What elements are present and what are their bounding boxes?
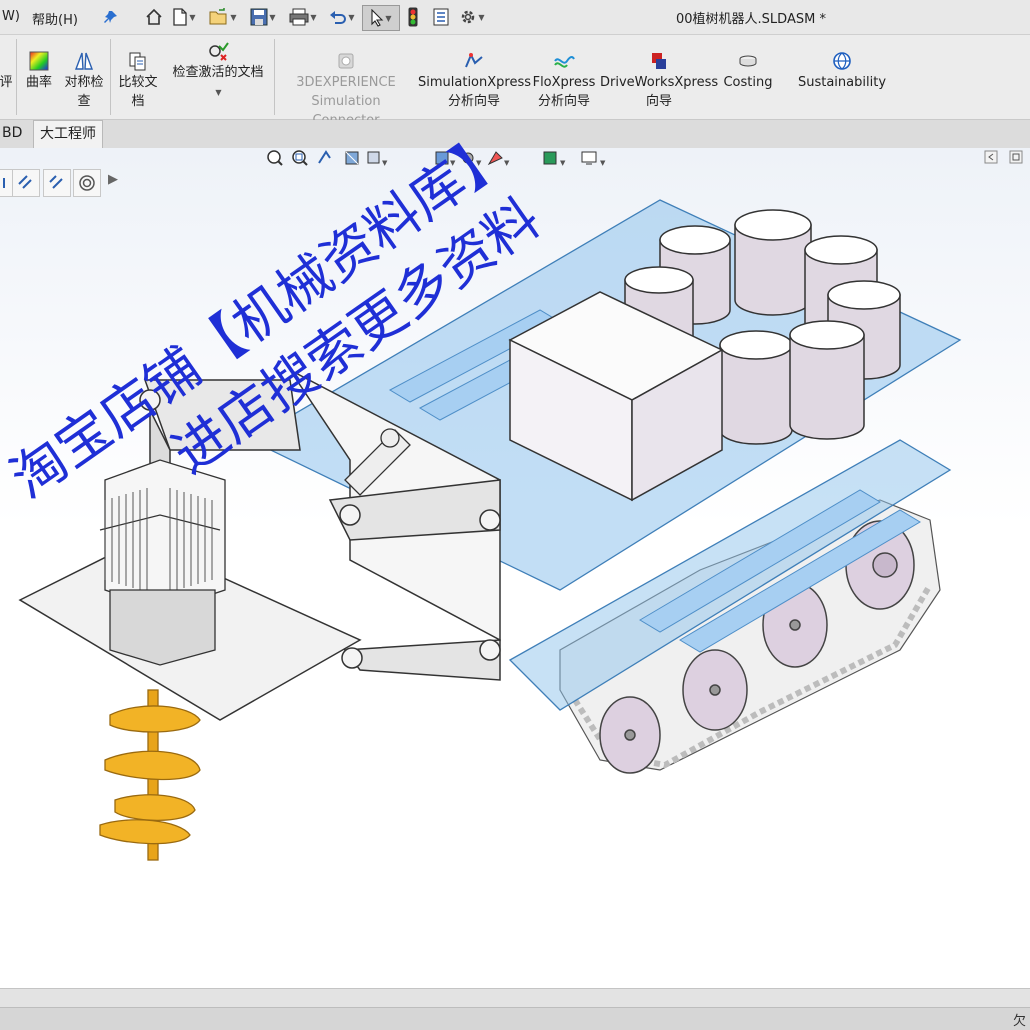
floxpress-label-line1: FloXpress — [532, 75, 596, 90]
compare-documents-label-line2: 档 — [131, 94, 145, 109]
driveworksxpress-label-line1: DriveWorksXpress — [600, 75, 719, 90]
drive-motor — [99, 459, 226, 666]
ribbon-separator — [274, 39, 275, 115]
sustainability-label: Sustainability — [797, 75, 887, 90]
deviation-label: 评 — [0, 75, 13, 90]
ribbon-separator — [110, 39, 111, 115]
check-active-document-icon — [209, 42, 229, 61]
driveworksxpress-label-line2: 向导 — [645, 94, 672, 109]
deviation-button[interactable]: 评 — [0, 73, 14, 92]
document-title: 00植树机器人.SLDASM * — [676, 12, 826, 27]
status-bar: 欠 — [0, 988, 1030, 1030]
symmetry-check-icon — [74, 52, 94, 70]
symmetry-check-button[interactable]: 对称检 查 — [60, 51, 108, 111]
select-cursor-icon[interactable]: ▼ — [362, 5, 400, 31]
floxpress-icon — [554, 56, 575, 68]
3dexperience-simulation-connector-button[interactable]: 3DEXPERIENCE Simulation Connector — [278, 51, 414, 130]
command-ribbon: 评 曲率 对称检 查 比较文 档 检查激活的文档 ▼ 3DEXPERIENCE … — [0, 35, 1030, 128]
file-properties-icon[interactable] — [430, 5, 452, 29]
undo-icon[interactable]: ▼ — [324, 5, 360, 29]
rebuild-traffic-light-icon[interactable] — [404, 5, 422, 29]
curvature-button[interactable]: 曲率 — [22, 51, 56, 92]
command-manager-tabs: BD 大工程师 — [0, 120, 1030, 148]
ribbon-separator — [16, 39, 17, 115]
simulationxpress-label-line1: SimulationXpress — [418, 75, 532, 90]
symmetry-check-label-line1: 对称检 — [64, 75, 104, 90]
auger-drill — [99, 689, 201, 861]
graphics-viewport[interactable]: ▼ ▼ ▼ ▼ ▼ ▼ ▶ — [0, 148, 1030, 988]
compare-documents-icon — [129, 52, 146, 71]
print-icon[interactable]: ▼ — [285, 5, 321, 29]
3dexperience-label-line1: 3DEXPERIENCE — [296, 75, 396, 90]
options-gear-icon[interactable]: ▼ — [455, 5, 489, 29]
save-icon[interactable]: ▼ — [245, 5, 281, 29]
simulationxpress-icon — [465, 52, 483, 68]
tab-large-engineer[interactable]: 大工程师 — [33, 120, 103, 148]
menu-help[interactable]: 帮助(H) — [32, 9, 78, 28]
sustainability-button[interactable]: Sustainability — [796, 51, 888, 92]
new-document-icon[interactable]: ▼ — [168, 5, 200, 29]
compare-documents-label-line1: 比较文 — [118, 75, 158, 90]
costing-label: Costing — [723, 75, 773, 90]
costing-icon — [739, 55, 757, 67]
simulationxpress-button[interactable]: SimulationXpress 分析向导 — [418, 51, 532, 111]
curvature-label: 曲率 — [25, 75, 52, 90]
3dexperience-icon — [338, 53, 354, 69]
curvature-icon — [29, 51, 49, 71]
driveworksxpress-button[interactable]: DriveWorksXpress 向导 — [600, 51, 718, 111]
check-active-document-button[interactable]: 检查激活的文档 ▼ — [166, 41, 270, 102]
status-bar-strip: 欠 — [0, 1007, 1030, 1030]
status-text: 欠 — [1012, 1014, 1026, 1029]
floxpress-button[interactable]: FloXpress 分析向导 — [532, 51, 596, 111]
chevron-down-icon[interactable]: ▼ — [215, 88, 221, 97]
sustainability-globe-icon — [833, 52, 851, 70]
symmetry-check-label-line2: 查 — [77, 94, 91, 109]
menu-window[interactable]: W) — [2, 9, 20, 24]
costing-button[interactable]: Costing — [720, 51, 776, 92]
home-icon[interactable] — [143, 5, 165, 29]
floxpress-label-line2: 分析向导 — [537, 94, 590, 109]
compare-documents-button[interactable]: 比较文 档 — [114, 51, 162, 111]
driveworksxpress-icon — [652, 53, 666, 69]
title-bar: W) 帮助(H) ▼ ▼ ▼ ▼ ▼ ▼ ▼ 00植树机器人.SLDASM * — [0, 0, 1030, 35]
tree-planting-robot-model[interactable] — [0, 148, 1030, 988]
tab-mbd[interactable]: BD — [0, 120, 28, 147]
open-file-icon[interactable]: ▼ — [205, 5, 241, 29]
simulationxpress-label-line2: 分析向导 — [447, 94, 500, 109]
check-active-document-label: 检查激活的文档 — [172, 65, 264, 80]
pin-icon[interactable] — [101, 5, 121, 29]
